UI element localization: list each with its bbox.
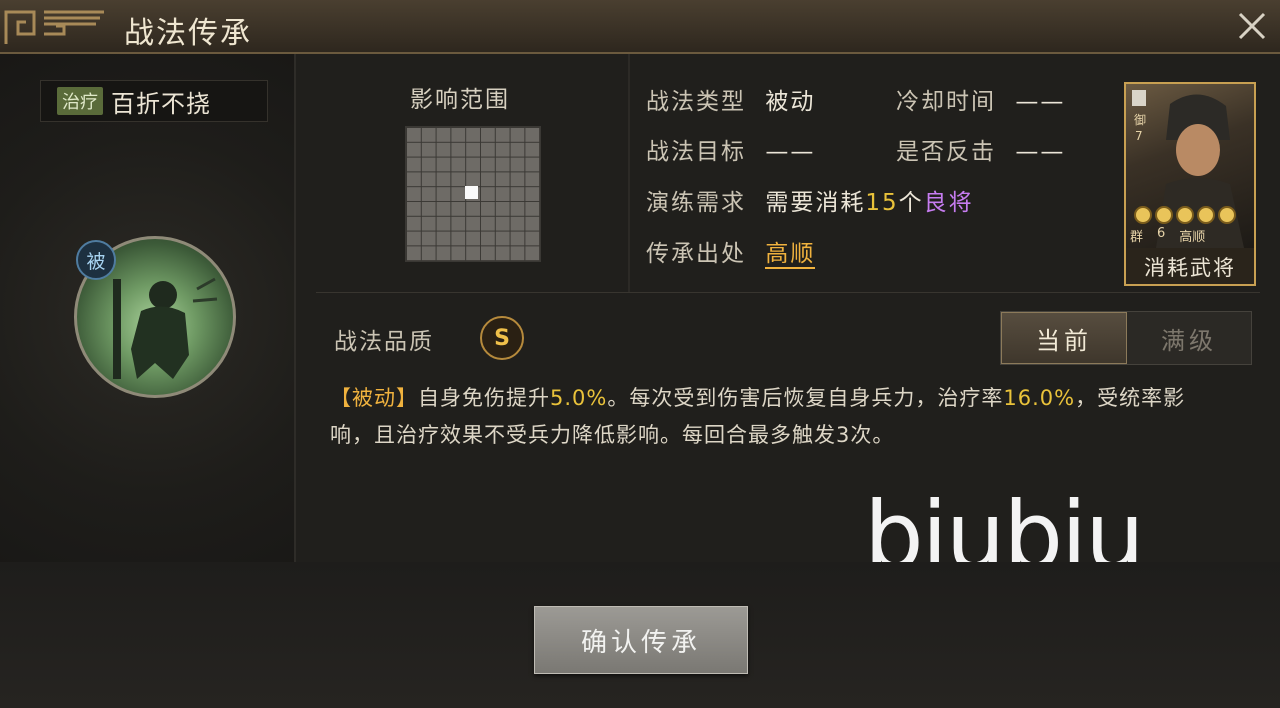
tab-current[interactable]: 当前: [1001, 312, 1127, 364]
req-prefix: 需要消耗: [765, 190, 866, 216]
type-value: 被动: [765, 89, 816, 115]
card-meta: 群 6 高顺: [1130, 226, 1205, 245]
quality-grade-badge: S: [480, 316, 524, 360]
star-icon: [1197, 206, 1215, 224]
close-button[interactable]: [1232, 6, 1272, 46]
range-center-cell: [465, 186, 478, 199]
skill-name: 百折不挠: [111, 89, 211, 118]
req-item: 良将: [923, 190, 974, 216]
card-name: 高顺: [1179, 230, 1206, 245]
counter-label: 是否反击: [896, 139, 996, 165]
passive-badge: 被: [76, 240, 116, 280]
counter-value: ——: [1015, 139, 1066, 165]
origin-link[interactable]: 高顺: [765, 241, 816, 269]
star-rating: [1134, 206, 1236, 224]
target-label: 战法目标: [646, 139, 746, 165]
info-counter: 是否反击 ——: [896, 132, 1065, 166]
title-bar: 战法传承: [0, 0, 1280, 54]
cooldown-label: 冷却时间: [896, 89, 996, 115]
close-icon: [1238, 12, 1266, 40]
skill-panel: 治疗 百折不挠 被: [0, 54, 296, 562]
general-card[interactable]: 御 7 群 6 高顺 消耗武将: [1124, 82, 1256, 286]
star-icon: [1218, 206, 1236, 224]
divider: [628, 54, 630, 292]
skill-tag: 治疗 百折不挠: [40, 80, 268, 122]
cooldown-value: ——: [1015, 89, 1066, 115]
range-label: 影响范围: [410, 87, 510, 113]
info-origin: 传承出处 高顺: [646, 234, 816, 269]
card-label: 消耗武将: [1144, 256, 1236, 280]
type-label: 战法类型: [646, 89, 746, 115]
card-side-text: 御: [1134, 112, 1146, 127]
card-level: 6: [1157, 226, 1166, 241]
desc-part-1: 自身免伤提升: [418, 386, 550, 410]
skill-description: 【被动】自身免伤提升5.0%。每次受到伤害后恢复自身兵力，治疗率16.0%，受统…: [330, 380, 1210, 454]
tab-max-level[interactable]: 满级: [1127, 312, 1251, 364]
desc-tag: 【被动】: [330, 386, 418, 410]
quality-label: 战法品质: [334, 329, 434, 355]
origin-label: 传承出处: [646, 241, 746, 267]
desc-value-1: 5.0%: [550, 386, 608, 410]
card-faction: 群: [1130, 230, 1144, 245]
divider: [316, 292, 1260, 293]
ornament-icon: [4, 10, 104, 44]
target-value: ——: [765, 139, 816, 165]
info-type: 战法类型 被动: [646, 82, 815, 116]
skill-type-tag: 治疗: [57, 87, 103, 115]
star-icon: [1134, 206, 1152, 224]
req-unit: 个: [898, 190, 924, 216]
desc-part-2: 。每次受到伤害后恢复自身兵力，治疗率: [607, 386, 1004, 410]
info-cooldown: 冷却时间 ——: [896, 82, 1065, 116]
req-label: 演练需求: [646, 190, 746, 216]
info-target: 战法目标 ——: [646, 132, 815, 166]
info-requirement: 演练需求 需要消耗15个良将: [646, 183, 974, 217]
star-icon: [1176, 206, 1194, 224]
window-title: 战法传承: [124, 16, 252, 51]
star-icon: [1155, 206, 1173, 224]
card-cost: 7: [1135, 129, 1143, 143]
level-toggle: 当前 满级: [1000, 311, 1252, 365]
req-count: 15: [865, 190, 899, 216]
confirm-inherit-button[interactable]: 确认传承: [534, 606, 748, 674]
desc-value-2: 16.0%: [1003, 386, 1076, 410]
